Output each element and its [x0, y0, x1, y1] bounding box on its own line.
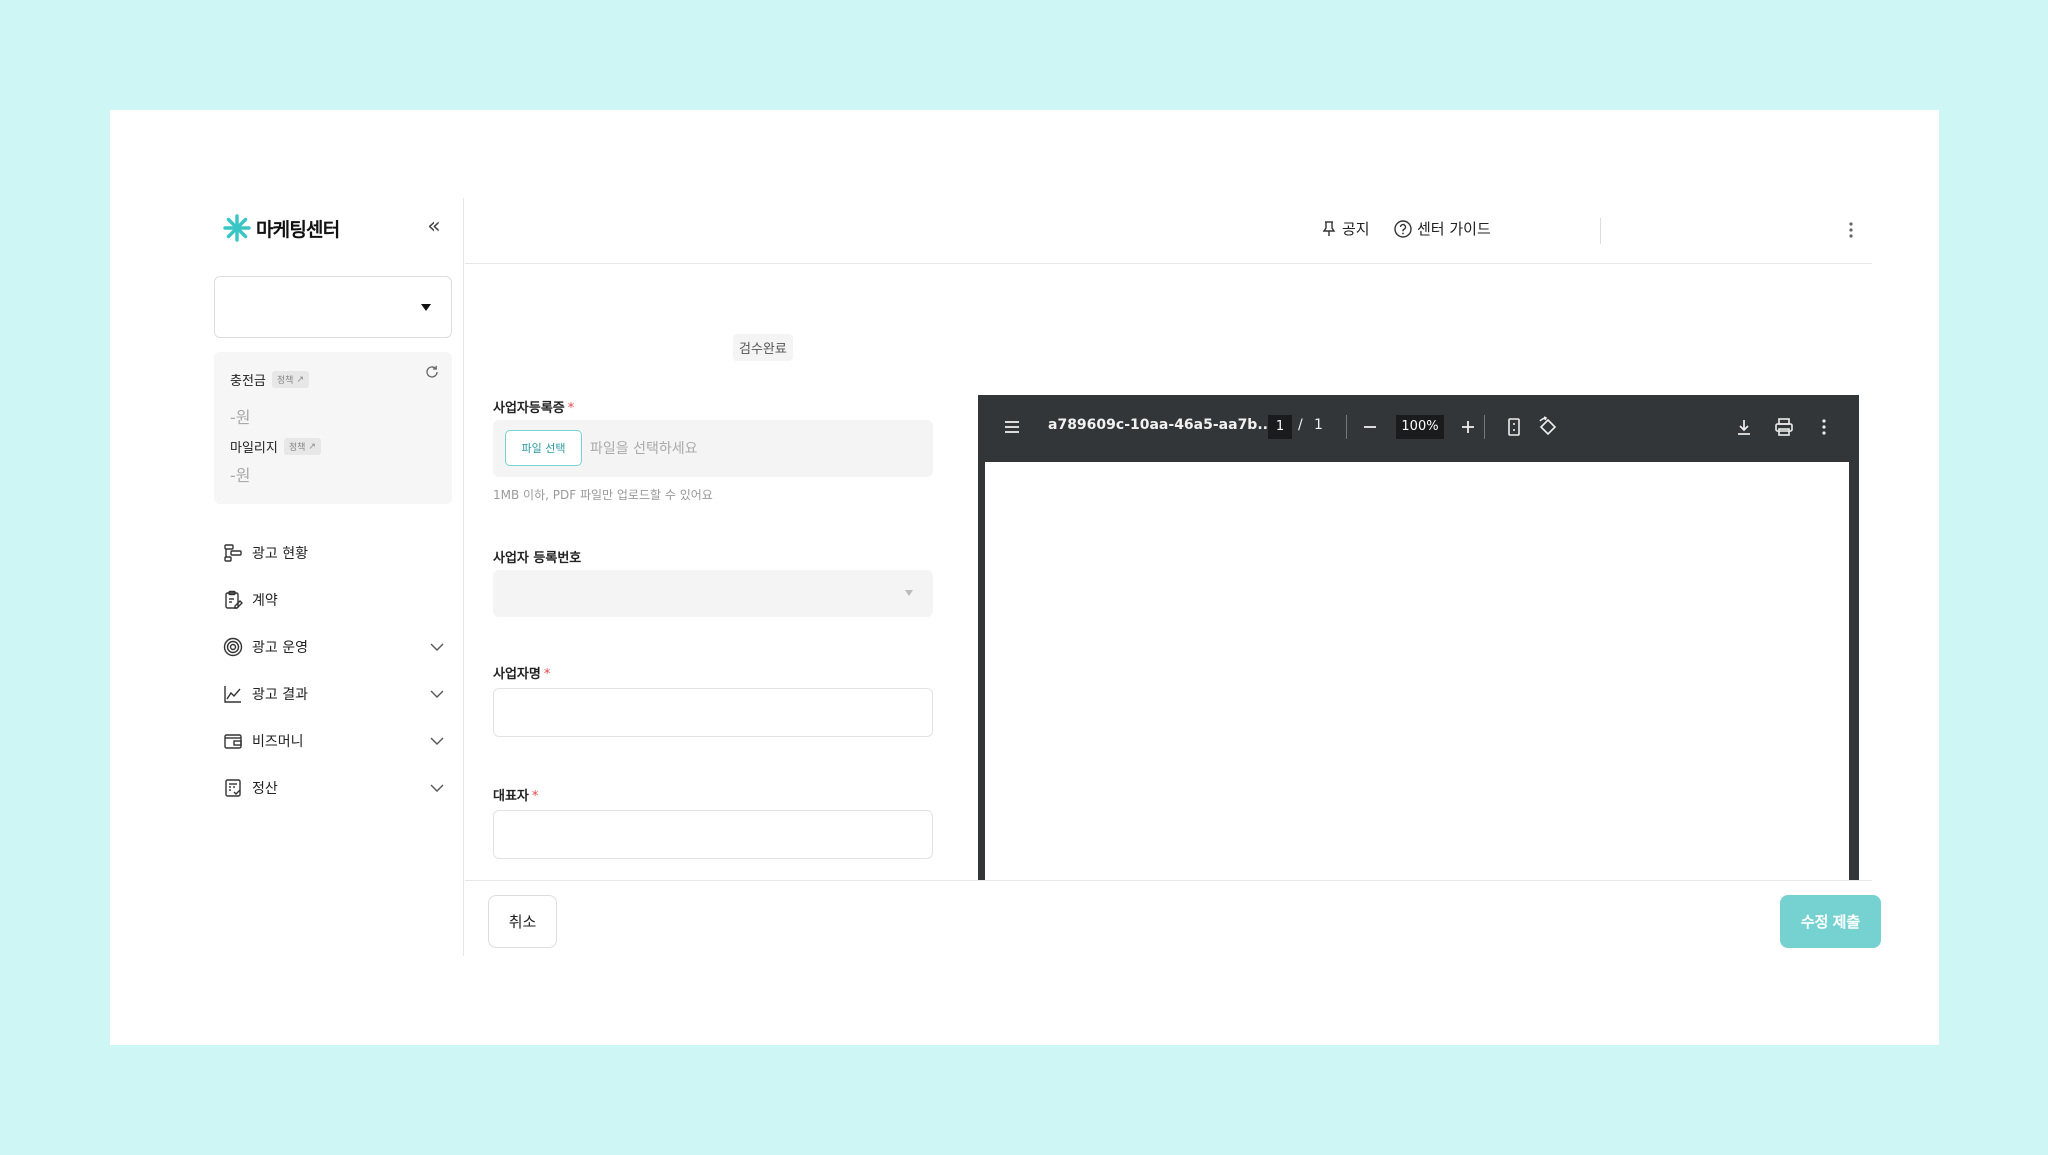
settlement-icon	[225, 778, 241, 797]
main-content: 검수완료 사업자등록증 * 파일 선택 파일을 선택하세요 1MB 이하, PDF…	[465, 265, 1872, 880]
logo-asterisk-icon	[223, 214, 251, 242]
mileage-label: 마일리지	[230, 441, 278, 456]
biz-name-label-text: 사업자명	[493, 667, 541, 682]
caret-down-icon	[905, 590, 913, 596]
balance-panel: 충전금 정책 ↗ -원 마일리지 정책 ↗ -원	[214, 352, 452, 504]
more-vertical-icon[interactable]	[1841, 218, 1861, 242]
ceo-input[interactable]	[493, 810, 933, 859]
chevron-down-icon	[430, 784, 444, 792]
fit-page-icon[interactable]	[1502, 415, 1526, 439]
pin-icon	[1322, 220, 1336, 236]
contract-icon	[225, 590, 243, 609]
pdf-viewer: a789609c-10aa-46a5-aa7b... 1 / 1 100%	[978, 395, 1859, 880]
top-bar: 공지 센터 가이드	[465, 198, 1872, 264]
more-vertical-icon[interactable]	[1812, 415, 1836, 439]
download-icon[interactable]	[1732, 415, 1756, 439]
required-mark: *	[567, 401, 575, 416]
pdf-page-total: 1	[1314, 417, 1323, 433]
center-guide-link[interactable]: 센터 가이드	[1393, 218, 1491, 239]
print-icon[interactable]	[1772, 415, 1796, 439]
sidebar-item-label: 광고 운영	[252, 639, 308, 656]
charge-label: 충전금	[230, 374, 266, 389]
account-select[interactable]	[214, 276, 452, 338]
pdf-zoom-input[interactable]: 100%	[1396, 415, 1444, 439]
pdf-filename: a789609c-10aa-46a5-aa7b...	[1048, 417, 1274, 433]
file-select-button[interactable]: 파일 선택	[505, 430, 582, 466]
file-placeholder: 파일을 선택하세요	[590, 441, 698, 457]
sidebar-item-label: 광고 현황	[252, 545, 308, 562]
biz-cert-label: 사업자등록증 *	[493, 397, 574, 416]
help-circle-icon	[1394, 219, 1412, 238]
collapse-sidebar-icon[interactable]: «	[422, 216, 446, 240]
pdf-divider	[1346, 415, 1347, 439]
charge-row: 충전금 정책 ↗	[230, 370, 309, 389]
target-icon	[223, 637, 243, 656]
zoom-out-icon[interactable]	[1358, 415, 1382, 439]
biz-name-label: 사업자명 *	[493, 663, 550, 682]
required-mark: *	[531, 789, 539, 804]
biz-number-select[interactable]	[493, 570, 933, 617]
form-footer: 취소 수정 제출	[465, 880, 1881, 956]
wallet-icon	[224, 733, 242, 749]
ceo-label-text: 대표자	[493, 789, 529, 804]
chevron-down-icon	[430, 643, 444, 651]
sidebar-item-label: 광고 결과	[252, 686, 308, 703]
biz-number-label: 사업자 등록번호	[493, 551, 582, 566]
sidebar-item-label: 계약	[252, 592, 278, 609]
status-badge: 검수완료	[733, 334, 793, 361]
file-upload-field: 파일 선택 파일을 선택하세요	[493, 420, 933, 477]
zoom-in-icon[interactable]	[1456, 415, 1480, 439]
required-mark: *	[543, 667, 551, 682]
pdf-divider	[1484, 415, 1485, 439]
header-divider	[1600, 218, 1601, 244]
sidebar-item-contract[interactable]: 계약	[220, 576, 446, 623]
sidebar: 마케팅센터 « 충전금 정책 ↗ -원 마일리지 정책 ↗ -원 광고 현황 계…	[210, 198, 464, 956]
biz-name-input[interactable]	[493, 688, 933, 737]
mileage-row: 마일리지 정책 ↗	[230, 437, 321, 456]
refresh-icon[interactable]	[424, 364, 440, 380]
sidebar-item-settlement[interactable]: 정산	[220, 764, 446, 811]
sidebar-item-ad-result[interactable]: 광고 결과	[220, 670, 446, 717]
external-link-icon: ↗	[308, 441, 316, 452]
chevron-down-icon	[430, 737, 444, 745]
center-guide-label: 센터 가이드	[1417, 220, 1491, 238]
charge-policy-label: 정책	[276, 376, 294, 386]
biz-cert-label-text: 사업자등록증	[493, 401, 565, 416]
ceo-label: 대표자 *	[493, 785, 538, 804]
sidebar-item-ad-operation[interactable]: 광고 운영	[220, 623, 446, 670]
charge-policy-link[interactable]: 정책 ↗	[271, 371, 309, 388]
ad-status-icon	[224, 543, 242, 562]
sidebar-item-label: 정산	[252, 780, 278, 797]
pdf-page-input[interactable]: 1	[1268, 415, 1292, 439]
pdf-page-canvas	[985, 462, 1849, 880]
caret-down-icon	[421, 304, 431, 311]
chart-line-icon	[224, 685, 241, 703]
sidebar-item-ad-status[interactable]: 광고 현황	[220, 529, 446, 576]
cancel-button[interactable]: 취소	[488, 895, 557, 948]
mileage-policy-link[interactable]: 정책 ↗	[283, 438, 321, 455]
pdf-toolbar: a789609c-10aa-46a5-aa7b... 1 / 1 100%	[978, 395, 1859, 459]
mileage-value: -원	[230, 466, 251, 485]
app-window: 마케팅센터 « 충전금 정책 ↗ -원 마일리지 정책 ↗ -원 광고 현황 계…	[210, 198, 1881, 956]
external-link-icon: ↗	[296, 374, 304, 385]
logo[interactable]: 마케팅센터	[222, 212, 340, 244]
rotate-icon[interactable]	[1536, 415, 1560, 439]
sidebar-item-label: 비즈머니	[252, 733, 304, 750]
notice-label: 공지	[1342, 220, 1370, 238]
chevron-down-icon	[430, 690, 444, 698]
sidebar-nav: 광고 현황 계약 광고 운영 광고 결과 비즈머니 정산	[220, 529, 446, 811]
charge-value: -원	[230, 408, 251, 427]
menu-icon[interactable]	[1000, 415, 1024, 439]
sidebar-item-bizmoney[interactable]: 비즈머니	[220, 717, 446, 764]
pdf-page-separator: /	[1298, 417, 1303, 433]
submit-edit-button[interactable]: 수정 제출	[1780, 895, 1881, 948]
notice-link[interactable]: 공지	[1320, 218, 1370, 239]
file-hint: 1MB 이하, PDF 파일만 업로드할 수 있어요	[493, 488, 713, 502]
mileage-policy-label: 정책	[288, 443, 306, 453]
brand-name: 마케팅센터	[256, 218, 340, 241]
